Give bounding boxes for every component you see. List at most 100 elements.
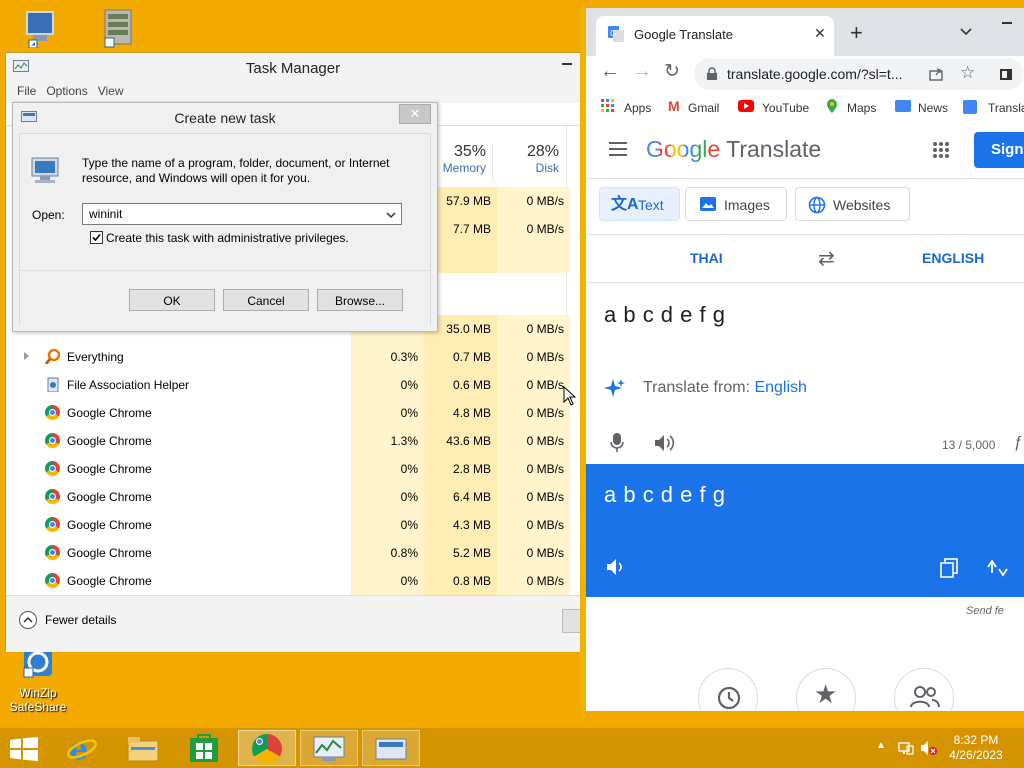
- disk-cell: 0 MB/s: [497, 315, 570, 343]
- sign-in-button[interactable]: Sign: [974, 132, 1024, 168]
- hamburger-menu-icon[interactable]: [609, 142, 627, 156]
- share-icon[interactable]: [928, 66, 944, 82]
- history-button[interactable]: [698, 668, 758, 711]
- bookmark-youtube[interactable]: YouTube: [762, 101, 809, 115]
- menu-view[interactable]: View: [93, 81, 129, 101]
- taskbar-file-explorer[interactable]: [114, 730, 172, 766]
- process-name: Google Chrome: [67, 406, 152, 420]
- taskbar-internet-explorer[interactable]: e: [54, 730, 112, 766]
- send-feedback-link[interactable]: Send fe: [966, 605, 1004, 617]
- menu-file[interactable]: File: [12, 81, 41, 101]
- bookmarks-bar: Apps M Gmail YouTube Maps News Transla: [586, 92, 1024, 123]
- translation-result-text[interactable]: a b c d e f g: [604, 482, 725, 508]
- table-row[interactable]: Google Chrome 1.3% 43.6 MB 0 MB/s: [11, 427, 570, 455]
- side-panel-icon[interactable]: [1000, 69, 1012, 80]
- cancel-button[interactable]: Cancel: [223, 289, 309, 311]
- expand-arrow-icon[interactable]: [24, 352, 29, 360]
- admin-checkbox[interactable]: [90, 231, 103, 244]
- sparkle-icon: [604, 379, 625, 397]
- bookmark-maps[interactable]: Maps: [847, 101, 876, 115]
- tab-google-translate[interactable]: G Google Translate ✕: [596, 16, 834, 56]
- taskbar-task-manager[interactable]: [300, 730, 358, 766]
- target-language-button[interactable]: ENGLISH: [922, 250, 984, 266]
- address-bar[interactable]: translate.google.com/?sl=t... ☆: [694, 58, 1024, 90]
- table-row[interactable]: Everything 0.3% 0.7 MB 0 MB/s: [11, 343, 570, 371]
- bookmark-apps[interactable]: Apps: [624, 101, 651, 115]
- translate-from-language[interactable]: English: [754, 379, 806, 396]
- swap-languages-icon[interactable]: ⇄: [818, 246, 835, 271]
- result-speaker-icon[interactable]: [606, 558, 628, 576]
- run-dialog-icon: [375, 738, 407, 760]
- process-name: Google Chrome: [67, 518, 152, 532]
- taskbar-run-dialog[interactable]: [362, 730, 420, 766]
- translate-from-suggestion[interactable]: Translate from: English: [643, 379, 807, 397]
- desktop-icon-server[interactable]: [80, 8, 150, 48]
- tab-close-icon[interactable]: ✕: [814, 25, 826, 42]
- speaker-muted-icon[interactable]: [920, 740, 938, 756]
- translate-bookmark-icon: [963, 100, 977, 114]
- source-language-button[interactable]: THAI: [690, 250, 723, 266]
- contribute-button[interactable]: [894, 668, 954, 711]
- open-input[interactable]: wininit: [89, 207, 122, 221]
- mode-images-button[interactable]: Images: [685, 187, 787, 221]
- back-arrow-icon[interactable]: ←: [600, 60, 620, 83]
- mode-images-label: Images: [724, 197, 770, 213]
- tray-expand-icon[interactable]: ▲: [876, 740, 886, 751]
- table-row[interactable]: Google Chrome 0% 2.8 MB 0 MB/s: [11, 455, 570, 483]
- disk-column-header[interactable]: 28% Disk: [497, 143, 559, 175]
- disk-cell: 0 MB/s: [497, 371, 570, 399]
- bookmark-news[interactable]: News: [918, 101, 948, 115]
- table-row[interactable]: Google Chrome 0% 4.8 MB 0 MB/s: [11, 399, 570, 427]
- table-row[interactable]: File Association Helper 0% 0.6 MB 0 MB/s: [11, 371, 570, 399]
- taskbar-chrome[interactable]: [238, 730, 296, 766]
- cpu-cell: 0%: [351, 399, 424, 427]
- minimize-button[interactable]: [562, 63, 572, 65]
- saved-button[interactable]: ★: [796, 668, 856, 711]
- mode-websites-button[interactable]: Websites: [795, 187, 910, 221]
- table-row[interactable]: Google Chrome 0% 6.4 MB 0 MB/s: [11, 483, 570, 511]
- google-apps-icon[interactable]: [932, 141, 950, 159]
- forward-arrow-icon[interactable]: →: [632, 60, 652, 83]
- bookmark-translate[interactable]: Transla: [988, 101, 1024, 115]
- source-text-area[interactable]: a b c d e f g: [604, 302, 725, 328]
- reload-icon[interactable]: ↻: [664, 60, 680, 83]
- bookmark-star-icon[interactable]: ☆: [960, 63, 975, 83]
- copy-icon[interactable]: [940, 558, 958, 578]
- text-options-icon[interactable]: ƒ: [1014, 434, 1023, 452]
- disk-percent: 28%: [526, 143, 559, 160]
- cpu-cell: 1.3%: [351, 427, 424, 455]
- microphone-icon[interactable]: [610, 433, 624, 453]
- open-combobox[interactable]: wininit: [82, 203, 402, 225]
- apps-grid-icon[interactable]: [601, 99, 615, 113]
- taskbar-store[interactable]: [174, 730, 232, 766]
- menu-options[interactable]: Options: [41, 81, 92, 101]
- table-row[interactable]: Google Chrome 0.8% 5.2 MB 0 MB/s: [11, 539, 570, 567]
- tab-search-chevron-icon[interactable]: [960, 28, 972, 36]
- mode-text-button[interactable]: 文A Text: [599, 187, 680, 221]
- end-task-button[interactable]: [562, 609, 582, 633]
- new-tab-button[interactable]: +: [850, 20, 863, 46]
- memory-cell: 4.8 MB: [424, 399, 497, 427]
- process-name: Google Chrome: [67, 490, 152, 504]
- table-row[interactable]: Google Chrome 0% 0.8 MB 0 MB/s: [11, 567, 570, 595]
- mode-text-label: Text: [638, 197, 664, 213]
- network-icon[interactable]: [898, 740, 914, 756]
- bookmark-gmail[interactable]: Gmail: [688, 101, 719, 115]
- disk-cell: 0 MB/s: [497, 399, 570, 427]
- windows-start-icon[interactable]: [10, 737, 38, 761]
- chrome-icon: [45, 489, 60, 504]
- table-row[interactable]: Google Chrome 0% 4.3 MB 0 MB/s: [11, 511, 570, 539]
- dialog-close-button[interactable]: ✕: [399, 104, 431, 124]
- ok-button[interactable]: OK: [129, 289, 215, 311]
- google-translate-logo[interactable]: Google Translate: [646, 136, 821, 163]
- browse-button[interactable]: Browse...: [317, 289, 403, 311]
- window-minimize-button[interactable]: [1002, 22, 1012, 24]
- admin-checkbox-label[interactable]: Create this task with administrative pri…: [106, 231, 349, 245]
- winzip-label-line2: SafeShare: [9, 700, 67, 714]
- desktop-icon-computer[interactable]: [0, 8, 70, 49]
- clock[interactable]: 8:32 PM 4/26/2023: [948, 733, 1004, 763]
- chevron-down-icon[interactable]: [385, 210, 397, 220]
- desktop-icon-winzip[interactable]: WinZip SafeShare: [3, 646, 73, 714]
- speaker-icon[interactable]: [654, 434, 676, 452]
- rate-translation-icon[interactable]: [986, 557, 1010, 579]
